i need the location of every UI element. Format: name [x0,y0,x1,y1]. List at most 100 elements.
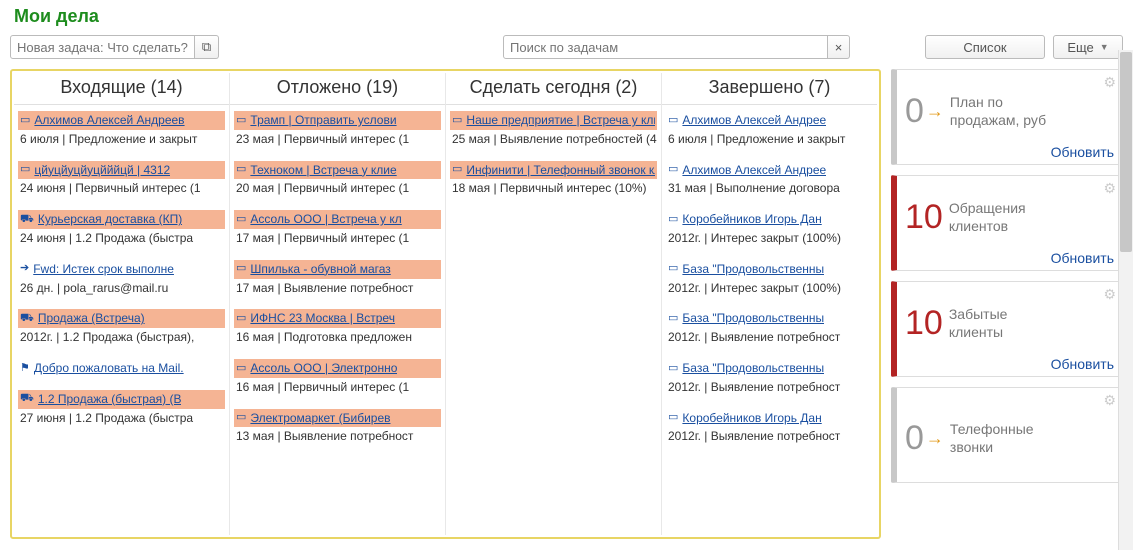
task-meta: 2012г. | Выявление потребност [666,427,873,446]
task-meta: 18 мая | Первичный интерес (10%) [450,179,657,198]
task-link[interactable]: Продажа (Встреча) [38,310,145,327]
widget-label: План попродажам, руб [950,93,1046,129]
task-card[interactable]: ▭Инфинити | Телефонный звонок клие18 мая… [450,161,657,199]
task-card[interactable]: ▭ Коробейников Игорь Дан2012г. | Выявлени… [666,409,873,447]
doc-icon: ▭ [20,162,30,177]
column-header: Отложено (19) [230,73,445,105]
more-button[interactable]: Еще ▼ [1053,35,1123,59]
doc-icon: ▭ [20,113,30,128]
task-link[interactable]: База "Продовольственны [682,310,824,327]
task-card[interactable]: ⚑Добро пожаловать на Mail. [18,359,225,378]
arrow-icon: ➔ [20,261,29,276]
gear-icon[interactable]: ⚙ [1103,392,1116,409]
task-link[interactable]: Алхимов Алексей Андрее [682,112,826,129]
doc-icon: ▭ [668,361,678,376]
task-link[interactable]: Добро пожаловать на Mail. [34,360,184,377]
task-link[interactable]: База "Продовольственны [682,360,824,377]
search-input[interactable] [503,35,828,59]
doc-icon: ▭ [668,261,678,276]
task-link[interactable]: ИФНС 23 Москва | Встреч [250,310,395,327]
doc-icon: ▭ [236,261,246,276]
doc-icon: ▭ [236,410,246,425]
task-meta: 24 июня | 1.2 Продажа (быстра [18,229,225,248]
scrollbar[interactable] [1118,50,1133,550]
task-card[interactable]: ▭ Шпилька - обувной магаз17 мая | Выявлен… [234,260,441,298]
doc-icon: ▭ [236,113,246,128]
task-card[interactable]: ▭ Коробейников Игорь Дан2012г. | Интерес … [666,210,873,248]
task-card[interactable]: ▭Электромаркет (Бибирев13 мая | Выявлени… [234,409,441,447]
task-link[interactable]: Инфинити | Телефонный звонок клие [466,162,655,179]
task-link[interactable]: База "Продовольственны [682,261,824,278]
task-card[interactable]: ➔Fwd: Истек срок выполне26 дн. | pola_ra… [18,260,225,298]
doc-icon: ▭ [236,361,246,376]
doc-icon: ▭ [236,311,246,326]
task-card[interactable]: ▭Алхимов Алексей Андрее31 мая | Выполнен… [666,161,873,199]
task-link[interactable]: Ассоль ООО | Электронно [250,360,397,377]
task-link[interactable]: Электромаркет (Бибирев [250,410,390,427]
task-card[interactable]: ▭Трамп | Отправить услови23 мая | Первич… [234,111,441,149]
column-header: Сделать сегодня (2) [446,73,661,105]
task-link[interactable]: Курьерская доставка (КП) [38,211,182,228]
task-link[interactable]: Техноком | Встреча у клие [250,162,396,179]
gear-icon[interactable]: ⚙ [1103,286,1116,303]
task-link[interactable]: Ассоль ООО | Встреча у кл [250,211,401,228]
task-card[interactable]: ▭ИФНС 23 Москва | Встреч16 мая | Подгото… [234,309,441,347]
list-view-button[interactable]: Список [925,35,1045,59]
task-card[interactable]: ▭Ассоль ООО | Встреча у кл17 мая | Перви… [234,210,441,248]
task-link[interactable]: Коробейников Игорь Дан [682,211,821,228]
refresh-link[interactable]: Обновить [905,144,1114,160]
task-meta: 2012г. | Выявление потребност [666,378,873,397]
task-card[interactable]: ▭Ассоль ООО | Электронно16 мая | Первичн… [234,359,441,397]
more-button-label: Еще [1067,40,1093,55]
task-link[interactable]: Наше предприятие | Встреча у клиент [466,112,655,129]
widget-value: 0→ [905,419,944,458]
doc-icon: ▭ [668,410,678,425]
dashboard-widget: ⚙ 10Обращенияклиентов Обновить [891,175,1123,271]
task-link[interactable]: 1.2 Продажа (быстрая) (В [38,391,182,408]
page-title: Мои дела [14,6,1123,27]
kanban-board: Входящие (14)▭Алхимов Алексей Андреев6 и… [10,69,881,539]
widget-label: Обращенияклиентов [949,199,1026,235]
task-link[interactable]: цйуцйуцйуцйййцй | 4312 [34,162,170,179]
task-meta: 6 июля | Предложение и закрыт [666,130,873,149]
kanban-column: Завершено (7)▭Алхимов Алексей Андрее6 ию… [662,73,877,535]
task-card[interactable]: ⛟1.2 Продажа (быстрая) (В27 июня | 1.2 П… [18,390,225,428]
task-link[interactable]: Алхимов Алексей Андреев [34,112,184,129]
task-meta: 2012г. | Интерес закрыт (100%) [666,279,873,298]
task-card[interactable]: ▭ База "Продовольственны2012г. | Выявлени… [666,359,873,397]
dashboard-widget: ⚙10ЗабытыеклиентыОбновить [891,281,1123,377]
task-card[interactable]: ▭цйуцйуцйуцйййцй | 431224 июня | Первичн… [18,161,225,199]
kanban-column: Входящие (14)▭Алхимов Алексей Андреев6 и… [14,73,230,535]
task-card[interactable]: ▭Наше предприятие | Встреча у клиент25 м… [450,111,657,149]
task-meta: 2012г. | Интерес закрыт (100%) [666,229,873,248]
refresh-link[interactable]: Обновить [905,250,1114,266]
car-icon: ⛟ [20,212,34,227]
column-body: ▭Алхимов Алексей Андрее6 июля | Предложе… [662,105,877,535]
widget-value: 10 [905,198,943,237]
task-card[interactable]: ⛟ Курьерская доставка (КП)24 июня | 1.2 П… [18,210,225,248]
task-meta: 27 июня | 1.2 Продажа (быстра [18,409,225,428]
task-card[interactable]: ▭Алхимов Алексей Андрее6 июля | Предложе… [666,111,873,149]
widgets-panel: ⚙ 0→ План попродажам, руб Обновить ⚙ 10Обраще… [891,69,1123,539]
task-link[interactable]: Трамп | Отправить услови [250,112,396,129]
doc-icon: ▭ [452,113,462,128]
new-task-expand-button[interactable]: ⧉ [195,35,219,59]
new-task-input[interactable] [10,35,195,59]
search-clear-button[interactable]: × [828,35,850,59]
gear-icon[interactable]: ⚙ [1103,180,1116,197]
task-link[interactable]: Алхимов Алексей Андрее [682,162,826,179]
task-card[interactable]: ▭Алхимов Алексей Андреев6 июля | Предлож… [18,111,225,149]
refresh-link[interactable]: Обновить [905,356,1114,372]
kanban-column: Сделать сегодня (2) ▭ Наше предприятие | В… [446,73,662,535]
task-link[interactable]: Коробейников Игорь Дан [682,410,821,427]
task-meta: 2012г. | Выявление потребност [666,328,873,347]
task-card[interactable]: ▭Техноком | Встреча у клие20 мая | Перви… [234,161,441,199]
task-card[interactable]: ▭ База "Продовольственны2012г. | Интерес … [666,260,873,298]
task-card[interactable]: ▭База "Продовольственны2012г. | Выявлени… [666,309,873,347]
task-link[interactable]: Fwd: Истек срок выполне [33,261,174,278]
task-link[interactable]: Шпилька - обувной магаз [250,261,390,278]
task-card[interactable]: ⛟Продажа (Встреча)2012г. | 1.2 Продажа (… [18,309,225,347]
task-meta: 17 мая | Выявление потребност [234,279,441,298]
doc-icon: ▭ [668,212,678,227]
gear-icon[interactable]: ⚙ [1103,74,1116,91]
